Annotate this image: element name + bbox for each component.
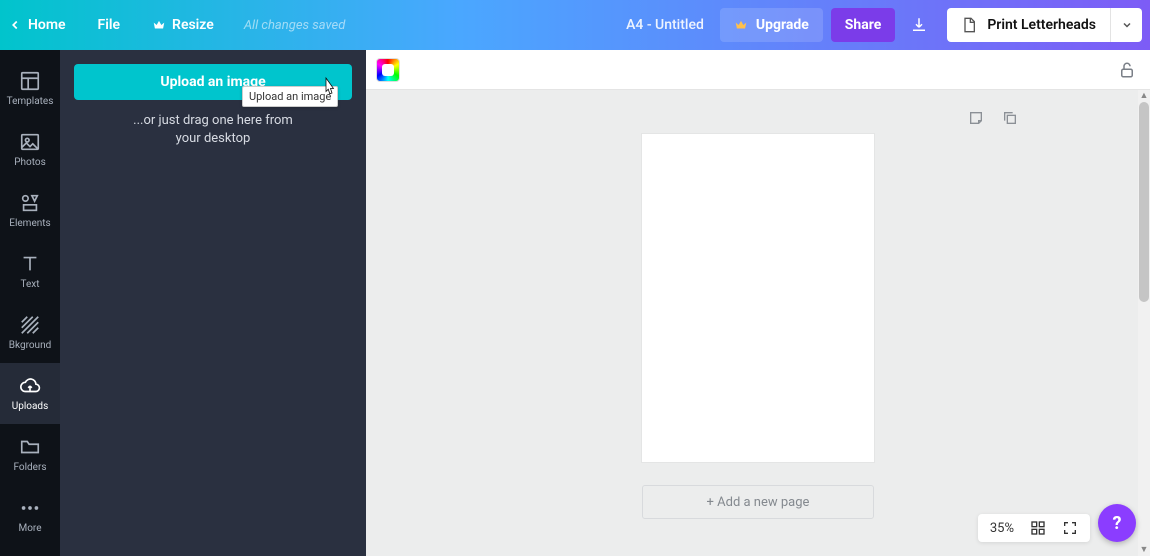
lock-button[interactable] (1114, 57, 1140, 83)
add-page-label: + Add a new page (707, 495, 810, 510)
rail-label: Photos (14, 157, 46, 168)
fullscreen-icon (1062, 520, 1078, 536)
notes-button[interactable] (968, 110, 984, 126)
uploads-panel: Upload an image ...or just drag one here… (60, 50, 366, 556)
grid-icon (1030, 520, 1046, 536)
lock-open-icon (1118, 61, 1136, 79)
print-button-group: Print Letterheads (947, 8, 1142, 42)
header-left-cluster: Home File Resize All changes saved (0, 0, 359, 50)
upload-tooltip: Upload an image (242, 86, 338, 107)
background-icon (19, 314, 41, 336)
scroll-down-icon[interactable]: ▼ (1138, 544, 1150, 556)
stage-wrap: + Add a new page ▲ ▼ 35% ? (366, 50, 1150, 556)
scroll-thumb[interactable] (1139, 102, 1149, 302)
sidebar-rail: Templates Photos Elements Text Bkground … (0, 50, 60, 556)
rail-label: Text (20, 279, 39, 290)
rail-item-uploads[interactable]: Uploads (0, 363, 60, 424)
chevron-down-icon (1121, 19, 1133, 31)
download-button[interactable] (899, 0, 939, 50)
help-fab[interactable]: ? (1098, 504, 1136, 542)
scroll-up-icon[interactable]: ▲ (1138, 90, 1150, 102)
photos-icon (19, 131, 41, 153)
resize-label: Resize (172, 17, 214, 33)
folders-icon (19, 436, 41, 458)
document-title[interactable]: A4 - Untitled (614, 17, 716, 33)
vertical-scrollbar[interactable]: ▲ ▼ (1138, 90, 1150, 556)
main-area: Templates Photos Elements Text Bkground … (0, 50, 1150, 556)
print-button[interactable]: Print Letterheads (947, 8, 1110, 42)
download-icon (910, 16, 928, 34)
drag-hint-line: ...or just drag one here from (133, 112, 293, 130)
page-actions (968, 110, 1018, 126)
elements-icon (19, 192, 41, 214)
help-label: ? (1113, 513, 1122, 534)
rail-item-text[interactable]: Text (0, 241, 60, 302)
upgrade-button[interactable]: Upgrade (720, 8, 823, 42)
crown-icon (152, 18, 166, 32)
uploads-icon (19, 375, 41, 397)
share-button[interactable]: Share (831, 8, 896, 42)
share-label: Share (845, 17, 882, 33)
rail-label: Elements (9, 218, 50, 229)
templates-icon (19, 70, 41, 92)
editor-toolbar (366, 50, 1150, 90)
more-icon (19, 497, 41, 519)
home-button[interactable]: Home (0, 0, 82, 50)
save-status: All changes saved (230, 18, 359, 33)
header-right-cluster: A4 - Untitled Upgrade Share Print Letter… (614, 0, 1150, 50)
grid-view-button[interactable] (1030, 520, 1046, 536)
crown-icon (734, 18, 748, 32)
rail-item-templates[interactable]: Templates (0, 58, 60, 119)
rail-label: Uploads (12, 401, 48, 412)
color-swatch-button[interactable] (376, 58, 400, 82)
file-button[interactable]: File (82, 0, 137, 50)
rail-label: Folders (13, 462, 46, 473)
rail-item-more[interactable]: More (0, 485, 60, 546)
zoom-level[interactable]: 35% (990, 521, 1014, 536)
home-label: Home (28, 17, 66, 33)
fullscreen-button[interactable] (1062, 520, 1078, 536)
upgrade-label: Upgrade (756, 17, 809, 33)
drag-hint: ...or just drag one here from your deskt… (133, 112, 293, 148)
rail-item-elements[interactable]: Elements (0, 180, 60, 241)
print-label: Print Letterheads (987, 17, 1096, 33)
text-icon (19, 253, 41, 275)
duplicate-page-button[interactable] (1002, 110, 1018, 126)
rail-label: Templates (7, 96, 54, 107)
rail-item-folders[interactable]: Folders (0, 424, 60, 485)
file-label: File (98, 17, 121, 33)
bottom-tools: 35% (978, 514, 1090, 542)
app-header: Home File Resize All changes saved A4 - … (0, 0, 1150, 50)
copy-icon (1002, 110, 1018, 126)
rail-item-photos[interactable]: Photos (0, 119, 60, 180)
rail-item-bkground[interactable]: Bkground (0, 302, 60, 363)
note-icon (968, 110, 984, 126)
canvas-stage[interactable]: + Add a new page ▲ ▼ 35% ? (366, 90, 1150, 556)
rail-label: Bkground (9, 340, 52, 351)
rail-label: More (18, 523, 41, 534)
document-icon (961, 17, 977, 33)
resize-button[interactable]: Resize (136, 0, 230, 50)
canvas-page[interactable] (642, 134, 874, 462)
add-page-button[interactable]: + Add a new page (642, 485, 874, 519)
drag-hint-line: your desktop (133, 130, 293, 148)
print-dropdown-toggle[interactable] (1110, 8, 1142, 42)
chevron-left-icon (8, 18, 22, 32)
